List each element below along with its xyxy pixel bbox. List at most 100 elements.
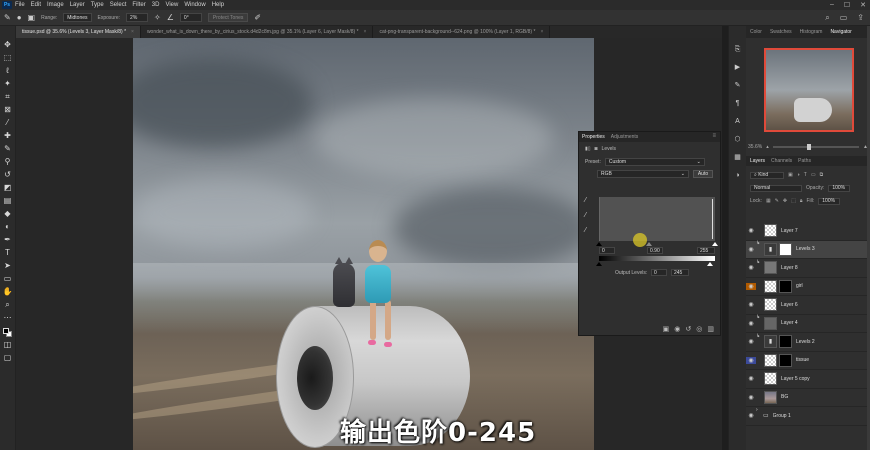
menu-window[interactable]: Window	[184, 2, 205, 8]
menu-view[interactable]: View	[165, 2, 178, 8]
view-previous-icon[interactable]: ◉	[674, 325, 680, 333]
reset-icon[interactable]: ↺	[685, 325, 691, 333]
visibility-eye-icon[interactable]: ◉	[746, 412, 756, 419]
menu-type[interactable]: Type	[91, 2, 104, 8]
input-midtone-field[interactable]: 0.90	[647, 247, 663, 254]
output-black-handle[interactable]	[596, 262, 602, 266]
tab-adjustments[interactable]: Adjustments	[611, 134, 639, 140]
tab-paths[interactable]: Paths	[798, 158, 811, 164]
filter-smart-icon[interactable]: ⧉	[820, 172, 824, 178]
pen-tool-icon[interactable]: ✒	[3, 235, 13, 245]
eraser-tool-icon[interactable]: ◩	[3, 183, 13, 193]
move-tool-icon[interactable]: ✥	[3, 40, 13, 50]
brushes-icon[interactable]: ✎	[733, 80, 743, 90]
filter-adjustment-icon[interactable]: ◑	[797, 172, 800, 178]
layer-row-layer-5-copy[interactable]: ◉ Layer 5 copy	[746, 370, 870, 389]
layer-row-girl[interactable]: ◉ girl	[746, 278, 870, 296]
lock-move-icon[interactable]: ✥	[783, 198, 787, 204]
panel-menu-icon[interactable]: ≡	[712, 133, 716, 139]
layer-row-layer-6[interactable]: ◉ Layer 6	[746, 296, 870, 315]
menu-help[interactable]: Help	[212, 2, 224, 8]
brush-settings-icon[interactable]: ▣	[28, 13, 36, 22]
visibility-eye-icon[interactable]: ◉	[746, 320, 756, 327]
quick-mask-icon[interactable]: ◫	[3, 340, 13, 350]
tab-channels[interactable]: Channels	[771, 158, 792, 164]
close-tab-icon[interactable]: ×	[131, 29, 134, 35]
adjustments-icon[interactable]: ◑	[733, 170, 743, 180]
rectangle-tool-icon[interactable]: ▭	[3, 274, 13, 284]
layer-row-levels-2[interactable]: ◉ ↳ ▮ Levels 2	[746, 333, 870, 352]
history-icon[interactable]: ⎘	[733, 44, 743, 54]
zoom-slider-knob[interactable]	[807, 144, 812, 150]
menu-edit[interactable]: Edit	[31, 2, 41, 8]
tab-layers[interactable]: Layers	[750, 158, 765, 164]
menu-filter[interactable]: Filter	[132, 2, 145, 8]
auto-button[interactable]: Auto	[693, 170, 713, 178]
layer-row-layer-7[interactable]: ◉ Layer 7	[746, 222, 870, 241]
eyedropper-tool-icon[interactable]: ⁄	[3, 118, 13, 128]
minimize-icon[interactable]: –	[830, 1, 834, 9]
doc-tab-cat[interactable]: cat-png-transparent-background--624.png …	[373, 26, 551, 38]
layer-mask-thumbnail[interactable]	[779, 279, 792, 293]
crop-tool-icon[interactable]: ⌗	[3, 92, 13, 102]
document-canvas[interactable]	[133, 38, 594, 450]
chevron-right-icon[interactable]: ›	[756, 407, 761, 425]
fill-input[interactable]: 100%	[818, 197, 841, 205]
layer-row-tissue[interactable]: ◉ tissue	[746, 352, 870, 370]
menu-select[interactable]: Select	[110, 2, 127, 8]
kind-filter-select[interactable]: ⌕ Kind	[750, 171, 784, 179]
input-levels-slider[interactable]	[596, 242, 718, 246]
lock-pixels-icon[interactable]: ▦	[766, 198, 771, 204]
type-tool-icon[interactable]: T	[3, 248, 13, 258]
output-levels-slider[interactable]	[596, 262, 715, 266]
doc-tab-tissue[interactable]: tissue.psd @ 35.6% (Levels 3, Layer Mask…	[16, 26, 141, 38]
workspace-icon[interactable]: ▭	[840, 13, 848, 23]
mask-icon[interactable]: ◙	[595, 146, 598, 152]
healing-brush-tool-icon[interactable]: ✚	[3, 131, 13, 141]
3d-icon[interactable]: ⬡	[733, 134, 743, 144]
zoom-value[interactable]: 35.6%	[748, 144, 762, 150]
layer-row-bg[interactable]: ◉ BG	[746, 389, 870, 407]
filter-type-icon[interactable]: T	[804, 172, 807, 178]
visibility-eye-icon[interactable]: ◉	[746, 246, 756, 253]
opacity-input[interactable]: 100%	[828, 184, 851, 192]
search-icon[interactable]: ⌕	[825, 13, 829, 23]
black-point-handle[interactable]	[596, 242, 602, 246]
brush-preset-icon[interactable]: ●	[17, 13, 22, 22]
output-levels-gradient[interactable]	[599, 256, 715, 261]
visibility-eye-icon[interactable]: ◉	[746, 301, 756, 308]
blur-tool-icon[interactable]: ◆	[3, 209, 13, 219]
angle-input[interactable]: 0°	[179, 13, 202, 22]
white-point-handle[interactable]	[712, 242, 718, 246]
output-white-handle[interactable]	[707, 262, 713, 266]
more-tools-icon[interactable]: ⋯	[3, 313, 13, 323]
range-select[interactable]: Midtones	[63, 13, 92, 22]
input-white-field[interactable]: 255	[697, 247, 715, 254]
zoom-tool-icon[interactable]: ⌕	[3, 300, 13, 310]
gray-point-eyedropper-icon[interactable]: ⁄	[585, 212, 586, 219]
menu-image[interactable]: Image	[47, 2, 64, 8]
libraries-icon[interactable]: ▦	[733, 152, 743, 162]
visibility-eye-icon[interactable]: ◉	[746, 375, 756, 382]
layer-row-group-1[interactable]: ◉ › ▭ Group 1	[746, 407, 870, 426]
filter-shape-icon[interactable]: ▭	[811, 172, 816, 178]
layer-row-levels-3[interactable]: ◉ ↳ ▮ Levels 3	[746, 240, 870, 259]
menu-3d[interactable]: 3D	[152, 2, 160, 8]
protect-tones-checkbox[interactable]: Protect Tones	[207, 13, 249, 22]
layer-row-layer-4[interactable]: ◉ ↳ Layer 4	[746, 314, 870, 333]
zoom-slider[interactable]	[772, 144, 860, 150]
black-point-eyedropper-icon[interactable]: ⁄	[585, 197, 586, 204]
hand-tool-icon[interactable]: ✋	[3, 287, 13, 297]
trash-icon[interactable]: ▥	[707, 325, 714, 333]
marquee-tool-icon[interactable]: ⬚	[3, 53, 13, 63]
airbrush-icon[interactable]: ✧	[154, 13, 161, 22]
close-icon[interactable]: ✕	[860, 1, 866, 9]
visibility-eye-icon[interactable]: ◉	[746, 338, 756, 345]
pressure-icon[interactable]: ✐	[254, 13, 261, 22]
visibility-icon[interactable]: ◎	[696, 325, 702, 333]
screen-mode-icon[interactable]: ▢	[3, 353, 13, 363]
menu-layer[interactable]: Layer	[70, 2, 85, 8]
clone-stamp-tool-icon[interactable]: ⚲	[3, 157, 13, 167]
output-black-field[interactable]: 0	[651, 269, 667, 276]
gradient-tool-icon[interactable]: ▤	[3, 196, 13, 206]
